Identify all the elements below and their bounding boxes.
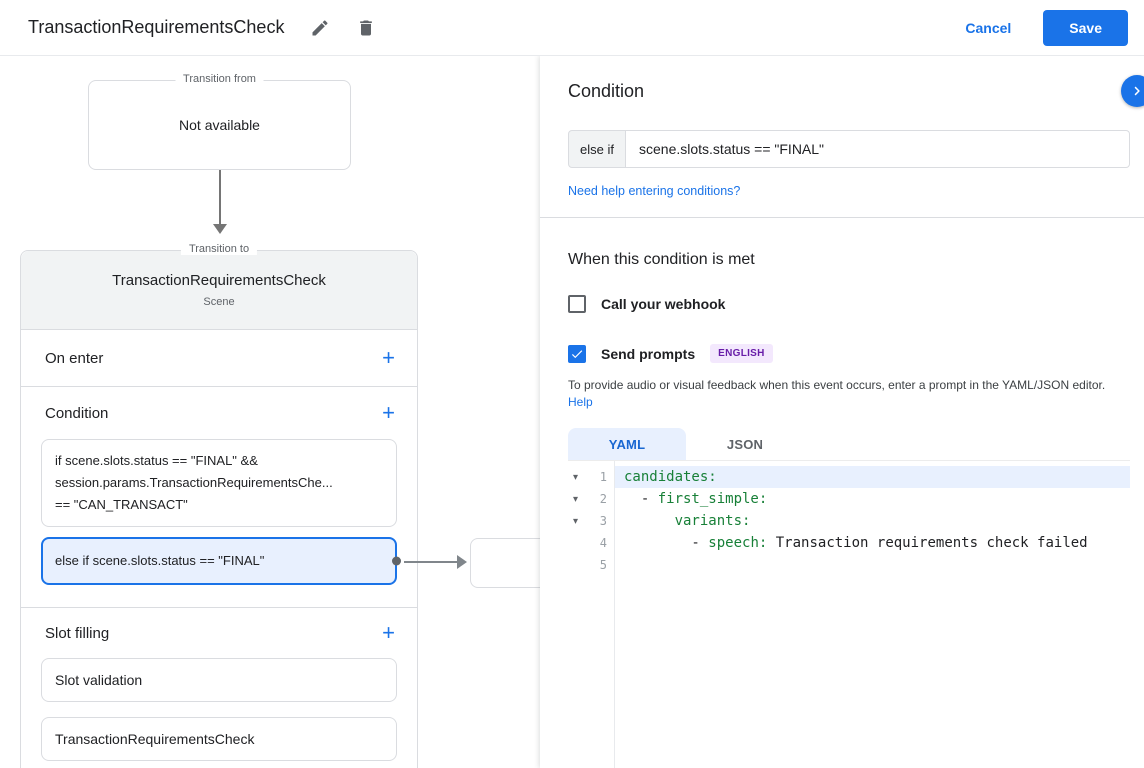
top-bar: TransactionRequirementsCheck Cancel Save — [0, 0, 1144, 56]
code-line[interactable]: candidates: — [614, 466, 1130, 488]
editor-line: 5 — [568, 554, 1130, 576]
language-badge: ENGLISH — [710, 344, 773, 363]
condition-input[interactable] — [626, 130, 1130, 168]
code-line[interactable] — [614, 554, 1130, 576]
call-webhook-checkbox[interactable] — [568, 295, 586, 313]
code-line[interactable]: variants: — [614, 510, 1130, 532]
line-number: 1 — [600, 470, 607, 484]
yaml-editor[interactable]: ▾ 1 candidates: ▾ 2 - first_simple: ▾ 3 … — [568, 460, 1130, 768]
editor-gutter: 4 — [568, 532, 614, 554]
tab-json[interactable]: JSON — [686, 428, 804, 460]
editor-gutter: ▾ 1 — [568, 466, 614, 488]
condition-card-line: session.params.TransactionRequirementsCh… — [55, 472, 383, 494]
prompt-description-text: To provide audio or visual feedback when… — [568, 378, 1105, 392]
slot-card[interactable]: Slot validation — [41, 658, 397, 702]
slot-filling-label: Slot filling — [45, 625, 109, 642]
editor-tabs: YAML JSON — [568, 428, 804, 460]
when-condition-met-title: When this condition is met — [568, 251, 755, 269]
transition-to-label: Transition to — [181, 243, 257, 255]
check-icon — [570, 347, 584, 361]
help-link[interactable]: Help — [568, 395, 593, 409]
send-prompts-label: Send prompts — [601, 346, 695, 362]
save-button[interactable]: Save — [1043, 10, 1128, 46]
editor-gutter: ▾ 2 — [568, 488, 614, 510]
cancel-button[interactable]: Cancel — [965, 20, 1011, 36]
editor-gutter: 5 — [568, 554, 614, 576]
scene-title: TransactionRequirementsCheck — [21, 272, 417, 289]
fold-icon[interactable]: ▾ — [573, 472, 583, 483]
condition-section-header: Condition + — [21, 387, 417, 439]
prompt-description: To provide audio or visual feedback when… — [568, 377, 1131, 411]
transition-from-box[interactable]: Transition from Not available — [88, 80, 351, 170]
code-line[interactable]: - first_simple: — [614, 488, 1130, 510]
panel-divider — [540, 217, 1144, 218]
slot-filling-header: Slot filling + — [21, 608, 417, 658]
fold-icon[interactable]: ▾ — [573, 494, 583, 505]
yaml-text — [624, 513, 675, 529]
line-number: 5 — [600, 558, 607, 572]
transition-from-label: Transition from — [175, 73, 264, 85]
scene-card: Transition to TransactionRequirementsChe… — [20, 250, 418, 768]
editor-gutter: ▾ 3 — [568, 510, 614, 532]
fold-icon[interactable]: ▾ — [573, 516, 583, 527]
scene-header[interactable]: TransactionRequirementsCheck Scene — [21, 251, 417, 330]
trash-icon — [356, 18, 376, 38]
condition-section-label: Condition — [45, 405, 108, 422]
on-enter-label: On enter — [45, 350, 103, 367]
line-number: 2 — [600, 492, 607, 506]
add-condition-button[interactable]: + — [382, 402, 395, 424]
yaml-key: candidates: — [624, 469, 717, 485]
yaml-key: speech: — [708, 535, 767, 551]
transition-arrow-head — [213, 224, 227, 234]
condition-connector-arrowhead — [457, 555, 467, 569]
send-prompts-row: Send prompts ENGLISH — [568, 344, 773, 363]
call-webhook-label: Call your webhook — [601, 296, 725, 312]
editor-line: 4 - speech: Transaction requirements che… — [568, 532, 1130, 554]
call-webhook-row: Call your webhook — [568, 295, 725, 313]
condition-section: Condition + if scene.slots.status == "FI… — [21, 387, 417, 608]
tab-yaml[interactable]: YAML — [568, 428, 686, 460]
line-number: 3 — [600, 514, 607, 528]
conditions-help-link[interactable]: Need help entering conditions? — [568, 184, 740, 198]
condition-card-line: if scene.slots.status == "FINAL" && — [55, 450, 383, 472]
connector-dot — [392, 557, 401, 566]
add-slot-button[interactable]: + — [382, 622, 395, 644]
editor-line: ▾ 2 - first_simple: — [568, 488, 1130, 510]
send-prompts-checkbox[interactable] — [568, 345, 586, 363]
condition-prefix: else if — [568, 130, 626, 168]
code-line[interactable]: - speech: Transaction requirements check… — [614, 532, 1130, 554]
condition-panel: Condition else if Need help entering con… — [540, 56, 1144, 768]
add-on-enter-button[interactable]: + — [382, 347, 395, 369]
line-number: 4 — [600, 536, 607, 550]
condition-input-row: else if — [568, 130, 1130, 168]
yaml-text: - — [624, 535, 708, 551]
yaml-key: first_simple: — [658, 491, 768, 507]
editor-line: ▾ 1 candidates: — [568, 466, 1130, 488]
page-title: TransactionRequirementsCheck — [28, 17, 284, 38]
slot-filling-section: Slot filling + Slot validation Transacti… — [21, 608, 417, 761]
scene-subtitle: Scene — [21, 296, 417, 308]
collapse-panel-button[interactable] — [1121, 75, 1144, 107]
slot-card[interactable]: TransactionRequirementsCheck — [41, 717, 397, 761]
transition-arrow-line — [219, 170, 221, 224]
yaml-text: Transaction requirements check failed — [767, 535, 1087, 551]
on-enter-row[interactable]: On enter + — [21, 330, 417, 387]
scene-canvas: Transition from Not available Transition… — [0, 56, 560, 768]
rename-button[interactable] — [310, 18, 330, 38]
chevron-right-icon — [1128, 82, 1144, 100]
panel-title: Condition — [568, 81, 644, 102]
delete-button[interactable] — [356, 18, 376, 38]
condition-connector-line — [404, 561, 460, 563]
transition-from-content: Not available — [179, 117, 260, 133]
pencil-icon — [310, 18, 330, 38]
condition-card-line: else if scene.slots.status == "FINAL" — [55, 550, 383, 572]
condition-card-line: == "CAN_TRANSACT" — [55, 494, 383, 516]
condition-card[interactable]: if scene.slots.status == "FINAL" && sess… — [41, 439, 397, 527]
app-root: TransactionRequirementsCheck Cancel Save… — [0, 0, 1144, 768]
yaml-key: variants: — [675, 513, 751, 529]
editor-line: ▾ 3 variants: — [568, 510, 1130, 532]
condition-card-selected[interactable]: else if scene.slots.status == "FINAL" — [41, 537, 397, 585]
yaml-text: - — [624, 491, 658, 507]
